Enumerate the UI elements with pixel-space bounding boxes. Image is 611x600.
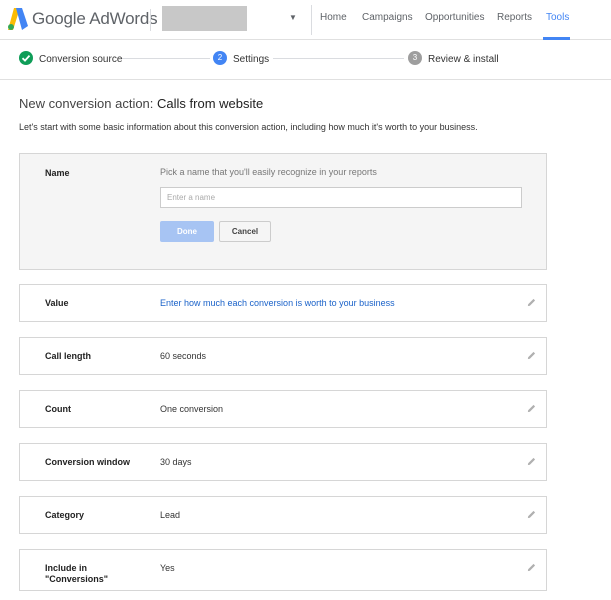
active-tab-indicator bbox=[543, 37, 570, 40]
nav-tools[interactable]: Tools bbox=[546, 12, 569, 23]
pencil-icon[interactable] bbox=[526, 350, 537, 361]
name-label: Name bbox=[45, 168, 70, 178]
nav-opportunities[interactable]: Opportunities bbox=[425, 12, 484, 23]
call-length-row[interactable]: Call length 60 seconds bbox=[19, 337, 547, 375]
pencil-icon[interactable] bbox=[526, 297, 537, 308]
name-input[interactable] bbox=[160, 187, 522, 208]
done-button[interactable]: Done bbox=[160, 221, 214, 242]
adwords-logo-icon[interactable] bbox=[8, 8, 28, 30]
conversion-window-value: 30 days bbox=[160, 457, 192, 467]
include-in-conversions-row[interactable]: Include in "Conversions" Yes bbox=[19, 549, 547, 591]
name-hint: Pick a name that you'll easily recognize… bbox=[160, 167, 377, 177]
step-review-install: Review & install bbox=[428, 54, 499, 65]
top-bar: Google AdWords ▼ Home Campaigns Opportun… bbox=[0, 0, 611, 40]
nav-home[interactable]: Home bbox=[320, 12, 347, 23]
nav-reports[interactable]: Reports bbox=[497, 12, 532, 23]
conversion-window-label: Conversion window bbox=[45, 457, 131, 467]
pencil-icon[interactable] bbox=[526, 562, 537, 573]
count-row[interactable]: Count One conversion bbox=[19, 390, 547, 428]
step-conversion-source: Conversion source bbox=[39, 54, 123, 65]
call-length-value: 60 seconds bbox=[160, 351, 207, 361]
logo-divider bbox=[150, 9, 151, 31]
pencil-icon[interactable] bbox=[526, 509, 537, 520]
caret-down-icon[interactable]: ▼ bbox=[289, 13, 297, 22]
pencil-icon[interactable] bbox=[526, 456, 537, 467]
step-connector bbox=[273, 58, 404, 59]
check-circle-icon bbox=[19, 51, 33, 65]
app-name[interactable]: Google AdWords bbox=[32, 9, 158, 29]
account-selector[interactable] bbox=[162, 6, 247, 31]
progress-stepper: Conversion source 2 Settings 3 Review & … bbox=[0, 41, 611, 80]
count-value: One conversion bbox=[160, 404, 224, 414]
value-link[interactable]: Enter how much each conversion is worth … bbox=[160, 298, 395, 308]
step-number-2: 2 bbox=[213, 51, 227, 65]
pencil-icon[interactable] bbox=[526, 403, 537, 414]
category-label: Category bbox=[45, 510, 85, 520]
nav-divider bbox=[311, 5, 312, 35]
call-length-label: Call length bbox=[45, 351, 92, 361]
intro-text: Let's start with some basic information … bbox=[19, 122, 478, 132]
page-title-name: Calls from website bbox=[157, 96, 264, 111]
step-number-3: 3 bbox=[408, 51, 422, 65]
count-label: Count bbox=[45, 404, 71, 414]
category-row[interactable]: Category Lead bbox=[19, 496, 547, 534]
value-label: Value bbox=[45, 298, 69, 308]
nav-campaigns[interactable]: Campaigns bbox=[362, 12, 413, 23]
page-title-prefix: New conversion action: bbox=[19, 96, 154, 111]
name-section: Name Pick a name that you'll easily reco… bbox=[19, 153, 547, 270]
include-in-conversions-value: Yes bbox=[160, 563, 175, 573]
value-row[interactable]: Value Enter how much each conversion is … bbox=[19, 284, 547, 322]
step-connector bbox=[122, 58, 210, 59]
cancel-button[interactable]: Cancel bbox=[219, 221, 271, 242]
conversion-window-row[interactable]: Conversion window 30 days bbox=[19, 443, 547, 481]
step-settings: Settings bbox=[233, 54, 270, 65]
category-value: Lead bbox=[160, 510, 181, 520]
page-title: New conversion action: Calls from websit… bbox=[19, 96, 263, 111]
include-in-conversions-label: Include in "Conversions" bbox=[45, 563, 109, 584]
